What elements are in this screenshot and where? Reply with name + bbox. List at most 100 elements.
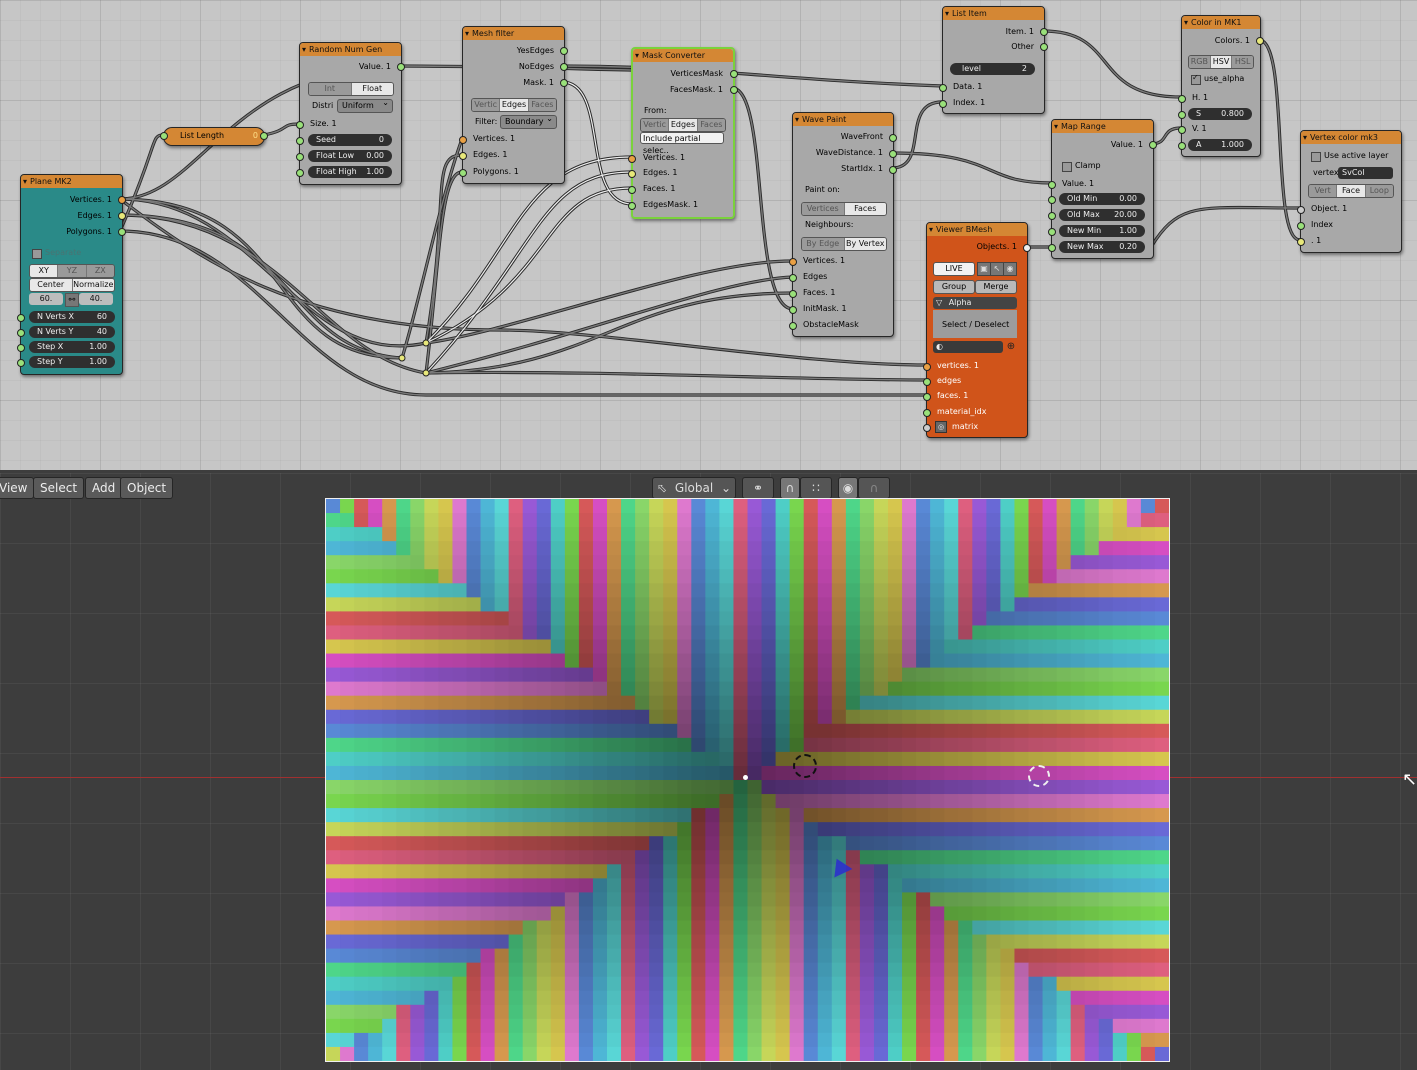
- mode-vert[interactable]: Vert: [1309, 185, 1338, 197]
- output-socket[interactable]: [560, 63, 568, 71]
- input-socket[interactable]: [459, 152, 467, 160]
- input-socket[interactable]: [789, 322, 797, 330]
- step-x-field[interactable]: Step X 1.00: [29, 341, 115, 353]
- input-socket[interactable]: [1048, 181, 1056, 189]
- viewport-display-icon[interactable]: ▣: [977, 262, 991, 276]
- center-normalize-toggles[interactable]: Center Normalize: [29, 278, 115, 292]
- menu-view[interactable]: View: [0, 477, 35, 499]
- node-title[interactable]: Map Range: [1052, 120, 1153, 133]
- input-socket[interactable]: [1297, 206, 1305, 214]
- neighbours-by-vertex[interactable]: By Vertex: [844, 238, 886, 250]
- node-title[interactable]: Color in MK1: [1182, 16, 1260, 29]
- mode-vertices[interactable]: Vertic: [641, 119, 670, 131]
- plane-xy[interactable]: XY: [30, 265, 59, 277]
- snap-element-icon[interactable]: ∷: [800, 477, 832, 499]
- node-title[interactable]: Vertex color mk3: [1301, 131, 1401, 144]
- 3d-cursor-icon[interactable]: [1028, 765, 1050, 787]
- normalize-toggle[interactable]: Normalize: [72, 279, 114, 291]
- output-socket[interactable]: [118, 196, 126, 204]
- seed-field[interactable]: Seed 0: [308, 134, 392, 146]
- type-int[interactable]: Int: [309, 83, 352, 95]
- output-socket[interactable]: [260, 132, 268, 140]
- size-b-field[interactable]: 40.: [79, 293, 113, 305]
- input-socket[interactable]: [296, 169, 304, 177]
- node-mesh-filter[interactable]: Mesh filter YesEdges NoEdges Mask. 1 Ver…: [459, 26, 568, 184]
- new-min-field[interactable]: New Min 1.00: [1059, 225, 1145, 237]
- input-socket[interactable]: [939, 84, 947, 92]
- plane-yz[interactable]: YZ: [58, 265, 87, 277]
- input-socket[interactable]: [1297, 222, 1305, 230]
- input-socket[interactable]: [17, 314, 25, 322]
- menu-object[interactable]: Object: [120, 477, 174, 499]
- old-max-field[interactable]: Old Max 20.00: [1059, 209, 1145, 221]
- node-list-length[interactable]: List Length 0: [160, 127, 268, 146]
- input-socket[interactable]: [1178, 126, 1186, 134]
- input-socket[interactable]: [628, 155, 636, 163]
- merge-button[interactable]: Merge: [975, 280, 1017, 294]
- mode-loop[interactable]: Loop: [1365, 185, 1393, 197]
- n-verts-x-field[interactable]: N Verts X 60: [29, 311, 115, 323]
- live-toggle[interactable]: LIVE: [933, 262, 975, 276]
- clamp-checkbox[interactable]: [1062, 162, 1072, 172]
- distri-dropdown[interactable]: Uniform: [337, 97, 393, 113]
- input-socket[interactable]: [1048, 244, 1056, 252]
- node-plane-mk2[interactable]: Plane MK2 Vertices. 1 Edges. 1 Polygons.…: [17, 174, 126, 375]
- mode-hsl[interactable]: HSL: [1232, 56, 1253, 68]
- neighbours-by-edge[interactable]: By Edge: [802, 238, 845, 250]
- center-toggle[interactable]: Center: [30, 279, 73, 291]
- neighbours-selector[interactable]: By Edge By Vertex: [801, 237, 887, 251]
- input-socket[interactable]: [459, 169, 467, 177]
- select-deselect-button[interactable]: Select / Deselect: [942, 319, 1009, 331]
- input-socket[interactable]: [1048, 212, 1056, 220]
- output-socket[interactable]: [1040, 43, 1048, 51]
- input-socket[interactable]: [1297, 238, 1305, 246]
- type-selector[interactable]: Int Float: [308, 82, 394, 96]
- input-socket[interactable]: [1048, 196, 1056, 204]
- output-socket[interactable]: [397, 63, 405, 71]
- input-socket[interactable]: [1178, 111, 1186, 119]
- output-socket[interactable]: [889, 134, 897, 142]
- material-slot[interactable]: ◐: [933, 341, 1003, 353]
- input-socket[interactable]: [17, 329, 25, 337]
- mode-vertices[interactable]: Vertic: [472, 99, 501, 111]
- node-editor[interactable]: Plane MK2 Vertices. 1 Edges. 1 Polygons.…: [0, 0, 1417, 470]
- level-field[interactable]: level 2: [950, 63, 1035, 75]
- input-socket[interactable]: [1048, 228, 1056, 236]
- vertex-layer-field[interactable]: SvCol: [1338, 167, 1393, 179]
- output-socket[interactable]: [889, 166, 897, 174]
- input-socket[interactable]: [789, 258, 797, 266]
- menu-add[interactable]: Add: [85, 477, 123, 499]
- input-socket[interactable]: [923, 393, 931, 401]
- include-partial-toggle[interactable]: Include partial selec..: [640, 132, 724, 155]
- input-socket[interactable]: [17, 344, 25, 352]
- output-socket[interactable]: [889, 150, 897, 158]
- mode-faces[interactable]: Faces: [697, 119, 725, 131]
- input-socket[interactable]: [160, 132, 168, 140]
- plane-zx[interactable]: ZX: [86, 265, 114, 277]
- node-title[interactable]: Random Num Gen: [300, 43, 401, 56]
- output-socket[interactable]: [730, 86, 738, 94]
- node-title[interactable]: Mask Converter: [633, 49, 733, 62]
- mode-edges[interactable]: Edges: [669, 119, 698, 131]
- input-socket[interactable]: [296, 137, 304, 145]
- input-socket[interactable]: [789, 274, 797, 282]
- output-socket[interactable]: [1256, 37, 1264, 45]
- mode-face[interactable]: Face: [1337, 185, 1366, 197]
- proportional-edit-icon[interactable]: ◉: [838, 477, 858, 499]
- node-wave-paint[interactable]: Wave Paint WaveFront WaveDistance. 1 Sta…: [789, 112, 897, 337]
- from-selector[interactable]: Vertic Edges Faces: [640, 118, 726, 132]
- node-title[interactable]: Wave Paint: [793, 113, 893, 126]
- node-title[interactable]: Plane MK2: [21, 175, 122, 188]
- alpha-panel[interactable]: ▽ Alpha: [933, 297, 1017, 309]
- color-target-selector[interactable]: Vert Face Loop: [1308, 184, 1394, 198]
- input-socket[interactable]: [789, 306, 797, 314]
- input-socket[interactable]: [923, 363, 931, 371]
- node-title[interactable]: List Length: [180, 130, 224, 142]
- mode-edges[interactable]: Edges: [500, 99, 529, 111]
- mode-rgb[interactable]: RGB: [1189, 56, 1211, 68]
- add-material-icon[interactable]: ⊕: [1005, 341, 1017, 353]
- output-socket[interactable]: [560, 47, 568, 55]
- n-verts-y-field[interactable]: N Verts Y 40: [29, 326, 115, 338]
- origin-point-icon[interactable]: [743, 775, 748, 780]
- paint-on-vertices[interactable]: Vertices: [802, 203, 845, 215]
